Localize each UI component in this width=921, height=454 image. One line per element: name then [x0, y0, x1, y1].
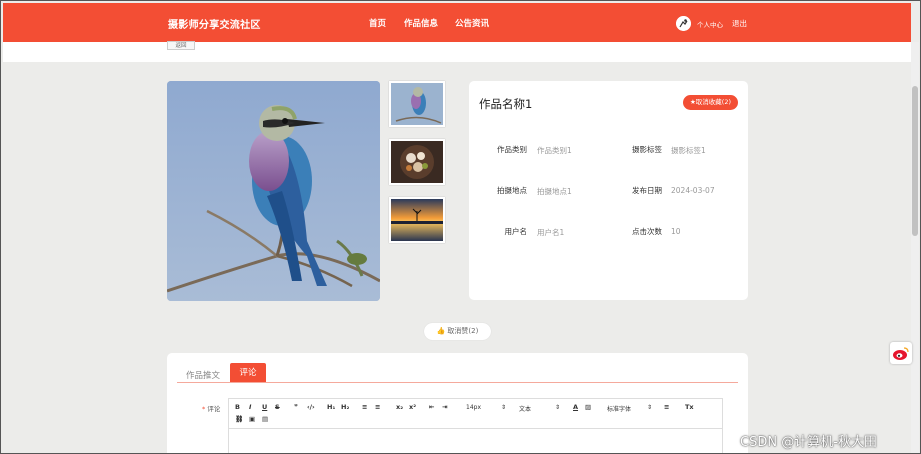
back-button[interactable]: 返回 [167, 41, 195, 50]
back-bar [3, 42, 911, 62]
field-label-date: 发布日期 [632, 186, 662, 195]
nav-works[interactable]: 作品信息 [404, 17, 438, 29]
clear-format-button[interactable]: Tx [685, 403, 694, 411]
background-color-button[interactable]: ▨ [585, 403, 591, 411]
field-value-tag: 摄影标签1 [671, 146, 706, 155]
font-color-button[interactable]: A [573, 403, 578, 411]
field-label-location: 拍摄地点 [497, 186, 527, 195]
chevron-updown-icon: ⇕ [647, 404, 653, 411]
site-brand[interactable]: 摄影师分享交流社区 [168, 16, 261, 31]
like-label: 取消赞(2) [447, 327, 479, 335]
comment-label-text: 评论 [207, 405, 221, 413]
tab-comments[interactable]: 评论 [230, 363, 266, 383]
top-nav: 摄影师分享交流社区 首页 作品信息 公告资讯 个人中心 退出 [3, 3, 911, 42]
field-value-location: 拍摄地点1 [537, 187, 572, 196]
thumbs-up-icon: 👍 [436, 327, 446, 335]
tab-divider [177, 382, 738, 383]
video-button[interactable]: ▤ [262, 415, 268, 423]
field-label-tag: 摄影标签 [632, 145, 662, 154]
work-info-card: 作品名称1 ★取消收藏(2) 作品类别 作品类别1 摄影标签 摄影标签1 拍摄地… [469, 81, 748, 300]
field-value-username: 用户名1 [537, 228, 565, 237]
link-button[interactable]: ⛓ [235, 415, 243, 423]
thumbnail-sunset[interactable] [389, 197, 445, 243]
font-family-select[interactable]: 标准字体 [607, 404, 631, 413]
tab-work-article[interactable]: 作品推文 [186, 369, 220, 381]
field-value-category: 作品类别1 [537, 146, 572, 155]
chevron-updown-icon: ⇕ [555, 404, 561, 411]
bullet-list-button[interactable]: ≡ [375, 403, 380, 411]
favorite-label: 取消收藏(2) [695, 98, 732, 106]
field-label-username: 用户名 [504, 227, 528, 236]
font-size-select[interactable]: 14px [466, 404, 481, 411]
like-button[interactable]: 👍 取消赞(2) [424, 323, 491, 340]
field-label-clicks: 点击次数 [632, 227, 662, 236]
favorite-button[interactable]: ★取消收藏(2) [683, 95, 738, 110]
nav-home[interactable]: 首页 [369, 17, 386, 29]
editor-toolbar: B I U S ❞ ‹/› H₁ H₂ ≡ ≡ x₂ x² ⇤ ⇥ 14px ⇕… [229, 399, 722, 429]
subscript-button[interactable]: x₂ [396, 403, 403, 411]
italic-button[interactable]: I [249, 403, 251, 411]
comment-editor[interactable]: B I U S ❞ ‹/› H₁ H₂ ≡ ≡ x₂ x² ⇤ ⇥ 14px ⇕… [228, 398, 723, 453]
required-mark: * [202, 405, 206, 413]
strike-button[interactable]: S [275, 403, 280, 411]
ordered-list-button[interactable]: ≡ [362, 403, 367, 411]
underline-button[interactable]: U [262, 403, 267, 411]
chevron-updown-icon: ⇕ [501, 404, 507, 411]
comment-label: * 评论 [202, 403, 220, 413]
weibo-share-icon[interactable] [890, 342, 912, 364]
main-photo [167, 81, 380, 301]
logout-link[interactable]: 退出 [732, 18, 747, 29]
image-button[interactable]: ▣ [249, 415, 255, 423]
field-value-date: 2024-03-07 [671, 186, 715, 195]
code-button[interactable]: ‹/› [307, 403, 315, 411]
align-button[interactable]: ≡ [664, 403, 669, 411]
watermark: CSDN @计算机-秋大田 [740, 435, 877, 450]
browser-frame: 摄影师分享交流社区 首页 作品信息 公告资讯 个人中心 退出 返回 作品名称1 … [0, 0, 921, 454]
field-label-category: 作品类别 [497, 145, 527, 154]
h1-button[interactable]: H₁ [327, 403, 335, 411]
text-type-select[interactable]: 文本 [519, 404, 531, 413]
field-value-clicks: 10 [671, 227, 681, 236]
user-center-link[interactable]: 个人中心 [697, 19, 723, 29]
h2-button[interactable]: H₂ [341, 403, 349, 411]
indent-button[interactable]: ⇥ [442, 403, 447, 411]
outdent-button[interactable]: ⇤ [429, 403, 434, 411]
bold-button[interactable]: B [235, 403, 240, 411]
scrollbar-thumb[interactable] [912, 86, 918, 236]
thumbnail-food[interactable] [389, 139, 445, 185]
nav-news[interactable]: 公告资讯 [455, 17, 489, 29]
superscript-button[interactable]: x² [409, 403, 416, 411]
thumbnail-bird[interactable] [389, 81, 445, 127]
blockquote-button[interactable]: ❞ [294, 403, 298, 411]
user-avatar[interactable] [676, 16, 691, 31]
work-title: 作品名称1 [479, 97, 533, 111]
